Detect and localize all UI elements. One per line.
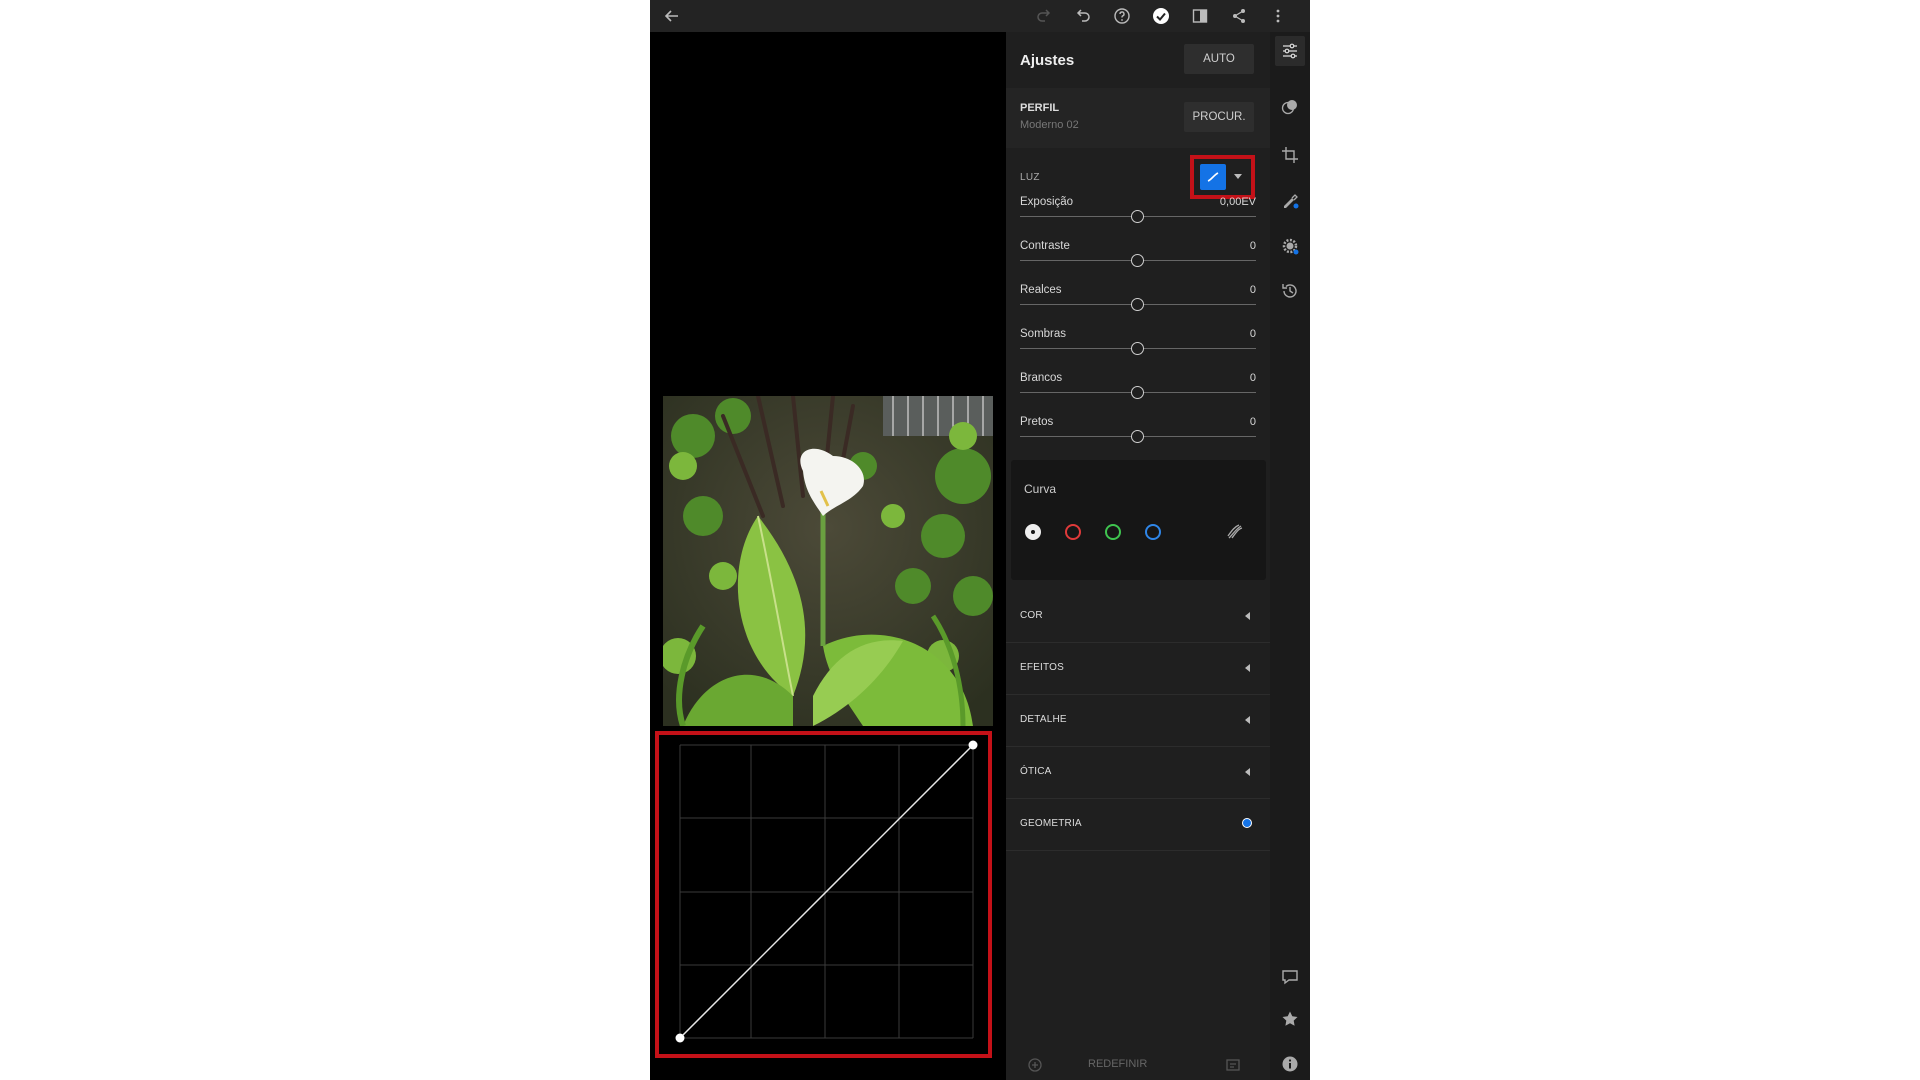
section-label: COR <box>1020 610 1043 621</box>
slider-thumb[interactable] <box>1131 210 1144 223</box>
slider-label: Exposição <box>1020 196 1074 208</box>
slider-value: 0 <box>1249 284 1256 296</box>
slider-row: Sombras 0 <box>1020 328 1256 368</box>
slider-thumb[interactable] <box>1131 298 1144 311</box>
redo-icon[interactable] <box>1034 6 1054 26</box>
lightroom-app: Ajustes AUTO PERFIL Moderno 02 PROCUR. L… <box>650 0 1310 1080</box>
slider-label: Brancos <box>1020 372 1063 384</box>
section-geometria[interactable]: GEOMETRIA <box>1006 798 1270 851</box>
history-icon[interactable] <box>1280 281 1300 301</box>
slider-row: Pretos 0 <box>1020 416 1256 456</box>
section-label: EFEITOS <box>1020 662 1065 673</box>
auto-button[interactable]: AUTO <box>1184 44 1254 74</box>
photo-canvas[interactable] <box>650 32 1006 1080</box>
slider-value: 0 <box>1249 240 1256 252</box>
healing-brush-icon[interactable] <box>1280 190 1300 210</box>
slider-row: Brancos 0 <box>1020 372 1256 412</box>
section-cor[interactable]: COR <box>1006 590 1270 643</box>
section-label: DETALHE <box>1020 714 1067 725</box>
section-otica[interactable]: ÓTICA <box>1006 746 1270 799</box>
curve-title: Curva <box>1024 482 1057 496</box>
done-check-icon[interactable] <box>1151 6 1171 26</box>
section-detalhe[interactable]: DETALHE <box>1006 694 1270 747</box>
adjustments-panel: Ajustes AUTO PERFIL Moderno 02 PROCUR. L… <box>1006 32 1270 1080</box>
crop-icon[interactable] <box>1280 145 1300 165</box>
slider-value: 0 <box>1249 416 1256 428</box>
star-icon[interactable] <box>1280 1009 1300 1029</box>
presets-icon[interactable] <box>1280 97 1300 117</box>
back-arrow-icon[interactable] <box>662 6 682 26</box>
parametric-curve-icon[interactable] <box>1225 522 1245 542</box>
copy-settings-icon[interactable] <box>1224 1056 1242 1074</box>
curve-panel: Curva <box>1011 460 1266 580</box>
curve-point-black[interactable] <box>675 1033 685 1043</box>
chevron-left-icon <box>1245 768 1250 776</box>
slider-value: 0 <box>1249 372 1256 384</box>
slider-row: Exposição 0,00EV <box>1020 196 1256 236</box>
slider-thumb[interactable] <box>1131 430 1144 443</box>
slider-label: Sombras <box>1020 328 1067 340</box>
curve-channel-red[interactable] <box>1065 524 1081 540</box>
tone-curve-graph[interactable] <box>655 731 992 1058</box>
slider-label: Realces <box>1020 284 1062 296</box>
profile-browse-button[interactable]: PROCUR. <box>1184 102 1254 132</box>
profile-value: Moderno 02 <box>1020 119 1079 131</box>
chevron-left-icon <box>1245 716 1250 724</box>
curve-point-white[interactable] <box>968 740 978 750</box>
curve-channel-blue[interactable] <box>1145 524 1161 540</box>
modified-indicator-icon <box>1242 818 1252 828</box>
slider-thumb[interactable] <box>1131 386 1144 399</box>
slider-thumb[interactable] <box>1131 342 1144 355</box>
tool-rail <box>1270 32 1310 1080</box>
profile-section: PERFIL Moderno 02 PROCUR. <box>1006 88 1270 148</box>
curve-channel-white[interactable] <box>1025 524 1041 540</box>
calla-lily-photo <box>663 396 993 726</box>
slider-value: 0,00EV <box>1219 196 1256 208</box>
more-icon[interactable] <box>1268 6 1288 26</box>
adjust-sliders-icon[interactable] <box>1280 41 1300 61</box>
info-icon[interactable] <box>1280 1054 1300 1074</box>
tone-curve-toggle-icon[interactable] <box>1200 164 1226 190</box>
compare-icon[interactable] <box>1190 6 1210 26</box>
reset-button[interactable]: REDEFINIR <box>1088 1058 1147 1070</box>
section-label: ÓTICA <box>1020 766 1052 777</box>
slider-label: Contraste <box>1020 240 1070 252</box>
panel-header: Ajustes AUTO <box>1006 32 1270 86</box>
help-icon[interactable] <box>1112 6 1132 26</box>
chevron-left-icon <box>1245 664 1250 672</box>
section-efeitos[interactable]: EFEITOS <box>1006 642 1270 695</box>
top-toolbar <box>650 0 1310 32</box>
chevron-left-icon <box>1245 612 1250 620</box>
panel-title: Ajustes <box>1020 52 1075 69</box>
section-label: GEOMETRIA <box>1020 818 1082 829</box>
share-icon[interactable] <box>1229 6 1249 26</box>
slider-value: 0 <box>1249 328 1256 340</box>
apply-settings-icon[interactable] <box>1026 1056 1044 1074</box>
slider-thumb[interactable] <box>1131 254 1144 267</box>
slider-label: Pretos <box>1020 416 1054 428</box>
slider-row: Realces 0 <box>1020 284 1256 324</box>
slider-row: Contraste 0 <box>1020 240 1256 280</box>
comment-icon[interactable] <box>1280 967 1300 987</box>
profile-label: PERFIL <box>1020 102 1060 114</box>
light-section-label: LUZ <box>1020 172 1040 183</box>
curve-toggle-highlight <box>1190 155 1255 199</box>
curve-channel-green[interactable] <box>1105 524 1121 540</box>
undo-icon[interactable] <box>1073 6 1093 26</box>
panel-footer: REDEFINIR <box>1006 1050 1270 1080</box>
selective-icon[interactable] <box>1280 236 1300 256</box>
chevron-down-icon[interactable] <box>1234 174 1242 179</box>
